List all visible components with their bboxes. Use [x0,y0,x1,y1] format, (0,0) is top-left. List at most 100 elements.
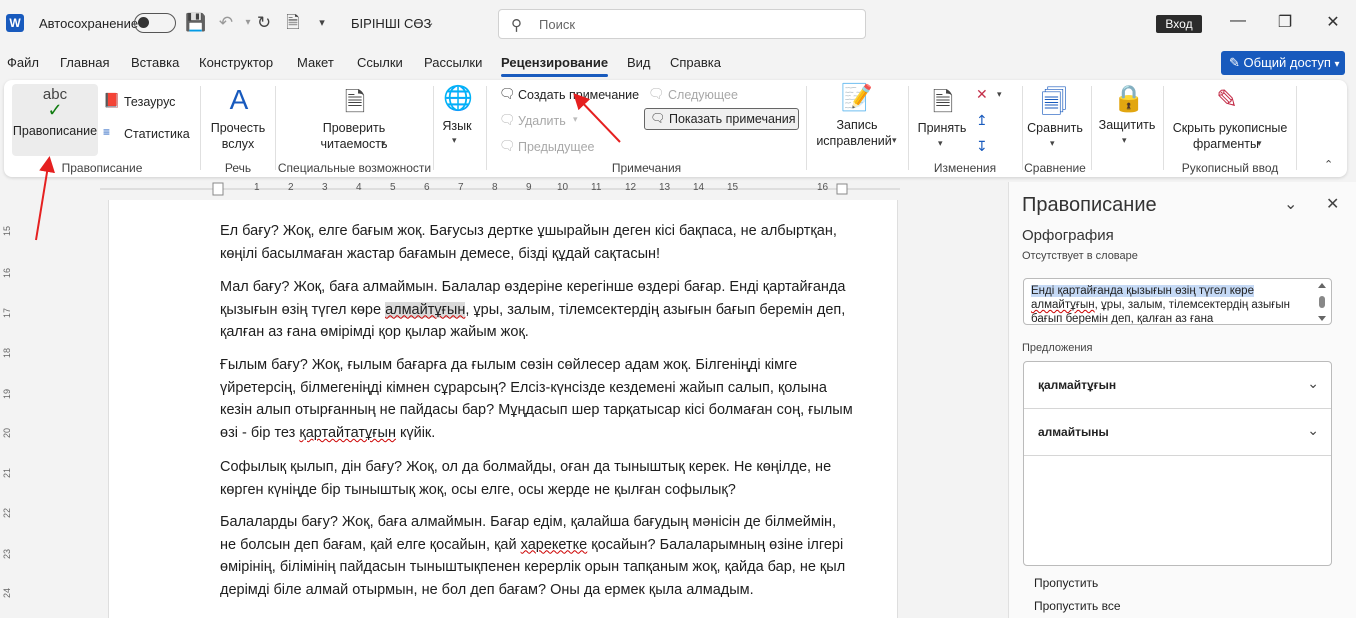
redo-icon[interactable]: ↻ [253,12,275,34]
vruler-number: 15 [2,225,13,237]
track-changes-icon: 📝 [840,82,874,112]
misspelled-word[interactable]: алмайтұғын [385,301,466,318]
protect-icon: 🔒 [1112,83,1146,113]
tab-mailings[interactable]: Рассылки [424,55,482,70]
group-label-compare: Сравнение [1024,161,1086,175]
spelling-pane: Правописание ⌄ ✕ Орфография Отсутствует … [1008,182,1356,618]
separator [486,86,487,170]
separator [1296,86,1297,170]
print-layout-icon[interactable]: 🗎 [282,12,304,34]
undo-icon[interactable]: ↶ [215,12,237,34]
compare-button[interactable]: Сравнить [1024,121,1086,135]
tab-references[interactable]: Ссылки [357,55,403,70]
group-label-spelling: Правописание [61,161,143,175]
collapse-ribbon-icon[interactable]: ⌃ [1324,158,1333,171]
tab-design[interactable]: Конструктор [199,55,273,70]
hide-ink-icon: ✎ [1216,84,1238,114]
chevron-down-icon[interactable]: ⌄ [1307,375,1319,392]
suggestions-label: Предложения [1022,342,1093,354]
autosave-toggle[interactable] [134,13,176,33]
login-button[interactable]: Вход [1156,15,1202,33]
separator [275,86,276,170]
next-change-icon[interactable]: ↧ [976,138,988,155]
tab-home[interactable]: Главная [60,55,109,70]
hide-ink-label-1[interactable]: Скрыть рукописные [1166,121,1294,135]
tab-file[interactable]: Файл [7,55,39,70]
paragraph[interactable]: Мал бағу? Жоқ, баға алмаймын. Балалар өз… [220,276,855,344]
paragraph[interactable]: Ғылым бағу? Жоқ, ғылым бағарға да ғылым … [220,354,855,444]
hide-ink-label-2[interactable]: фрагменты [1166,137,1286,151]
check-accessibility-label-2[interactable]: читаемость [294,137,414,151]
thesaurus-icon: 📕 [103,92,121,108]
read-aloud-label-2[interactable]: вслух [204,137,272,151]
pane-title: Правописание [1022,194,1157,216]
close-window-icon[interactable]: ✕ [1321,12,1345,32]
misspelled-word[interactable]: харекетке [521,537,588,553]
read-aloud-label-1[interactable]: Прочесть [204,121,272,135]
accept-button[interactable]: Принять [914,121,970,135]
restore-icon[interactable]: ❐ [1273,12,1297,32]
compare-chevron-icon: ▾ [1050,138,1055,148]
tab-review[interactable]: Рецензирование [501,55,609,77]
paragraph[interactable]: Софылық қылып, дін бағу? Жоқ, ол да болм… [220,456,855,501]
tab-insert[interactable]: Вставка [131,55,179,70]
save-icon[interactable]: 💾 [185,12,207,34]
tab-layout[interactable]: Макет [297,55,334,70]
ruler-number: 12 [625,182,637,193]
context-scrollbar[interactable] [1317,281,1327,323]
ruler-number: 13 [659,182,671,193]
delete-comment-button[interactable]: Удалить [518,114,566,128]
pane-close-icon[interactable]: ✕ [1326,194,1339,214]
tab-view[interactable]: Вид [627,55,651,70]
reject-change-icon[interactable]: ✕ [976,86,988,103]
delete-comment-icon: 🗨 [499,112,516,127]
spelling-button[interactable]: abc ✓ Правописание [12,84,98,156]
track-changes-label-1[interactable]: Запись [809,118,905,132]
tab-help[interactable]: Справка [670,55,721,70]
suggestion-item[interactable]: алмайтыны ⌄ [1024,409,1331,456]
search-box[interactable]: ⚲ Поиск [498,9,866,39]
thesaurus-button[interactable]: Тезаурус [124,95,175,109]
context-box[interactable]: Енді қартайғанда қызығын өзің түгел көре… [1023,278,1332,325]
ignore-all-button[interactable]: Пропустить все [1034,599,1121,613]
chevron-down-icon[interactable]: ⌄ [1307,422,1319,439]
misspelled-word[interactable]: қартайтатұғын [299,425,396,441]
show-comments-button[interactable]: 🗨 Показать примечания [644,108,799,130]
ruler-number: 7 [458,182,464,193]
check-accessibility-label-1[interactable]: Проверить [294,121,414,135]
new-comment-button[interactable]: Создать примечание [518,88,639,102]
track-changes-label-2[interactable]: исправлений [809,134,899,148]
ignore-button[interactable]: Пропустить [1034,576,1098,590]
protect-button[interactable]: Защитить [1094,118,1160,132]
share-button[interactable]: ✎ Общий доступ ▾ [1221,51,1345,75]
vruler-number: 18 [2,347,13,359]
suggestion-item[interactable]: қалмайтұғын ⌄ [1024,362,1331,409]
next-comment-button[interactable]: Следующее [668,88,738,102]
next-comment-icon: 🗨 [648,86,665,101]
group-label-changes: Изменения [933,161,997,175]
separator [200,86,201,170]
paragraph[interactable]: Ел бағу? Жоқ, елге бағым жоқ. Бағусыз де… [220,220,855,265]
title-bar: W Автосохранение 💾 ↶ ▾ ↻ 🗎 ▾ БІРІНШІ СӨЗ… [0,0,1356,46]
language-button[interactable]: Язык [437,119,477,133]
statistics-button[interactable]: Статистика [124,127,190,141]
paragraph[interactable]: Балаларды бағу? Жоқ, баға алмаймын. Баға… [220,511,855,601]
previous-comment-button[interactable]: Предыдущее [518,140,594,154]
customize-toolbar-icon[interactable]: ▾ [311,12,333,34]
reject-chevron-icon[interactable]: ▾ [997,89,1002,100]
title-chevron-icon[interactable]: ⌄ [419,12,441,34]
separator [908,86,909,170]
read-aloud-icon: A [229,84,249,115]
ruler-number: 14 [693,182,705,193]
document-page[interactable]: Ел бағу? Жоқ, елге бағым жоқ. Бағусыз де… [108,200,898,618]
pane-options-chevron-icon[interactable]: ⌄ [1284,194,1297,214]
accept-chevron-icon: ▾ [938,138,943,148]
previous-change-icon[interactable]: ↥ [976,112,988,129]
suggestions-list: қалмайтұғын ⌄ алмайтыны ⌄ [1023,361,1332,566]
minimize-icon[interactable]: — [1226,12,1250,30]
vruler-number: 17 [2,307,13,319]
group-label-accessibility: Специальные возможности [277,161,432,175]
paragraph-text: күйік. [395,424,436,441]
separator [433,86,434,170]
ribbon: abc ✓ Правописание 📕 Тезаурус ≡ Статисти… [4,80,1347,177]
